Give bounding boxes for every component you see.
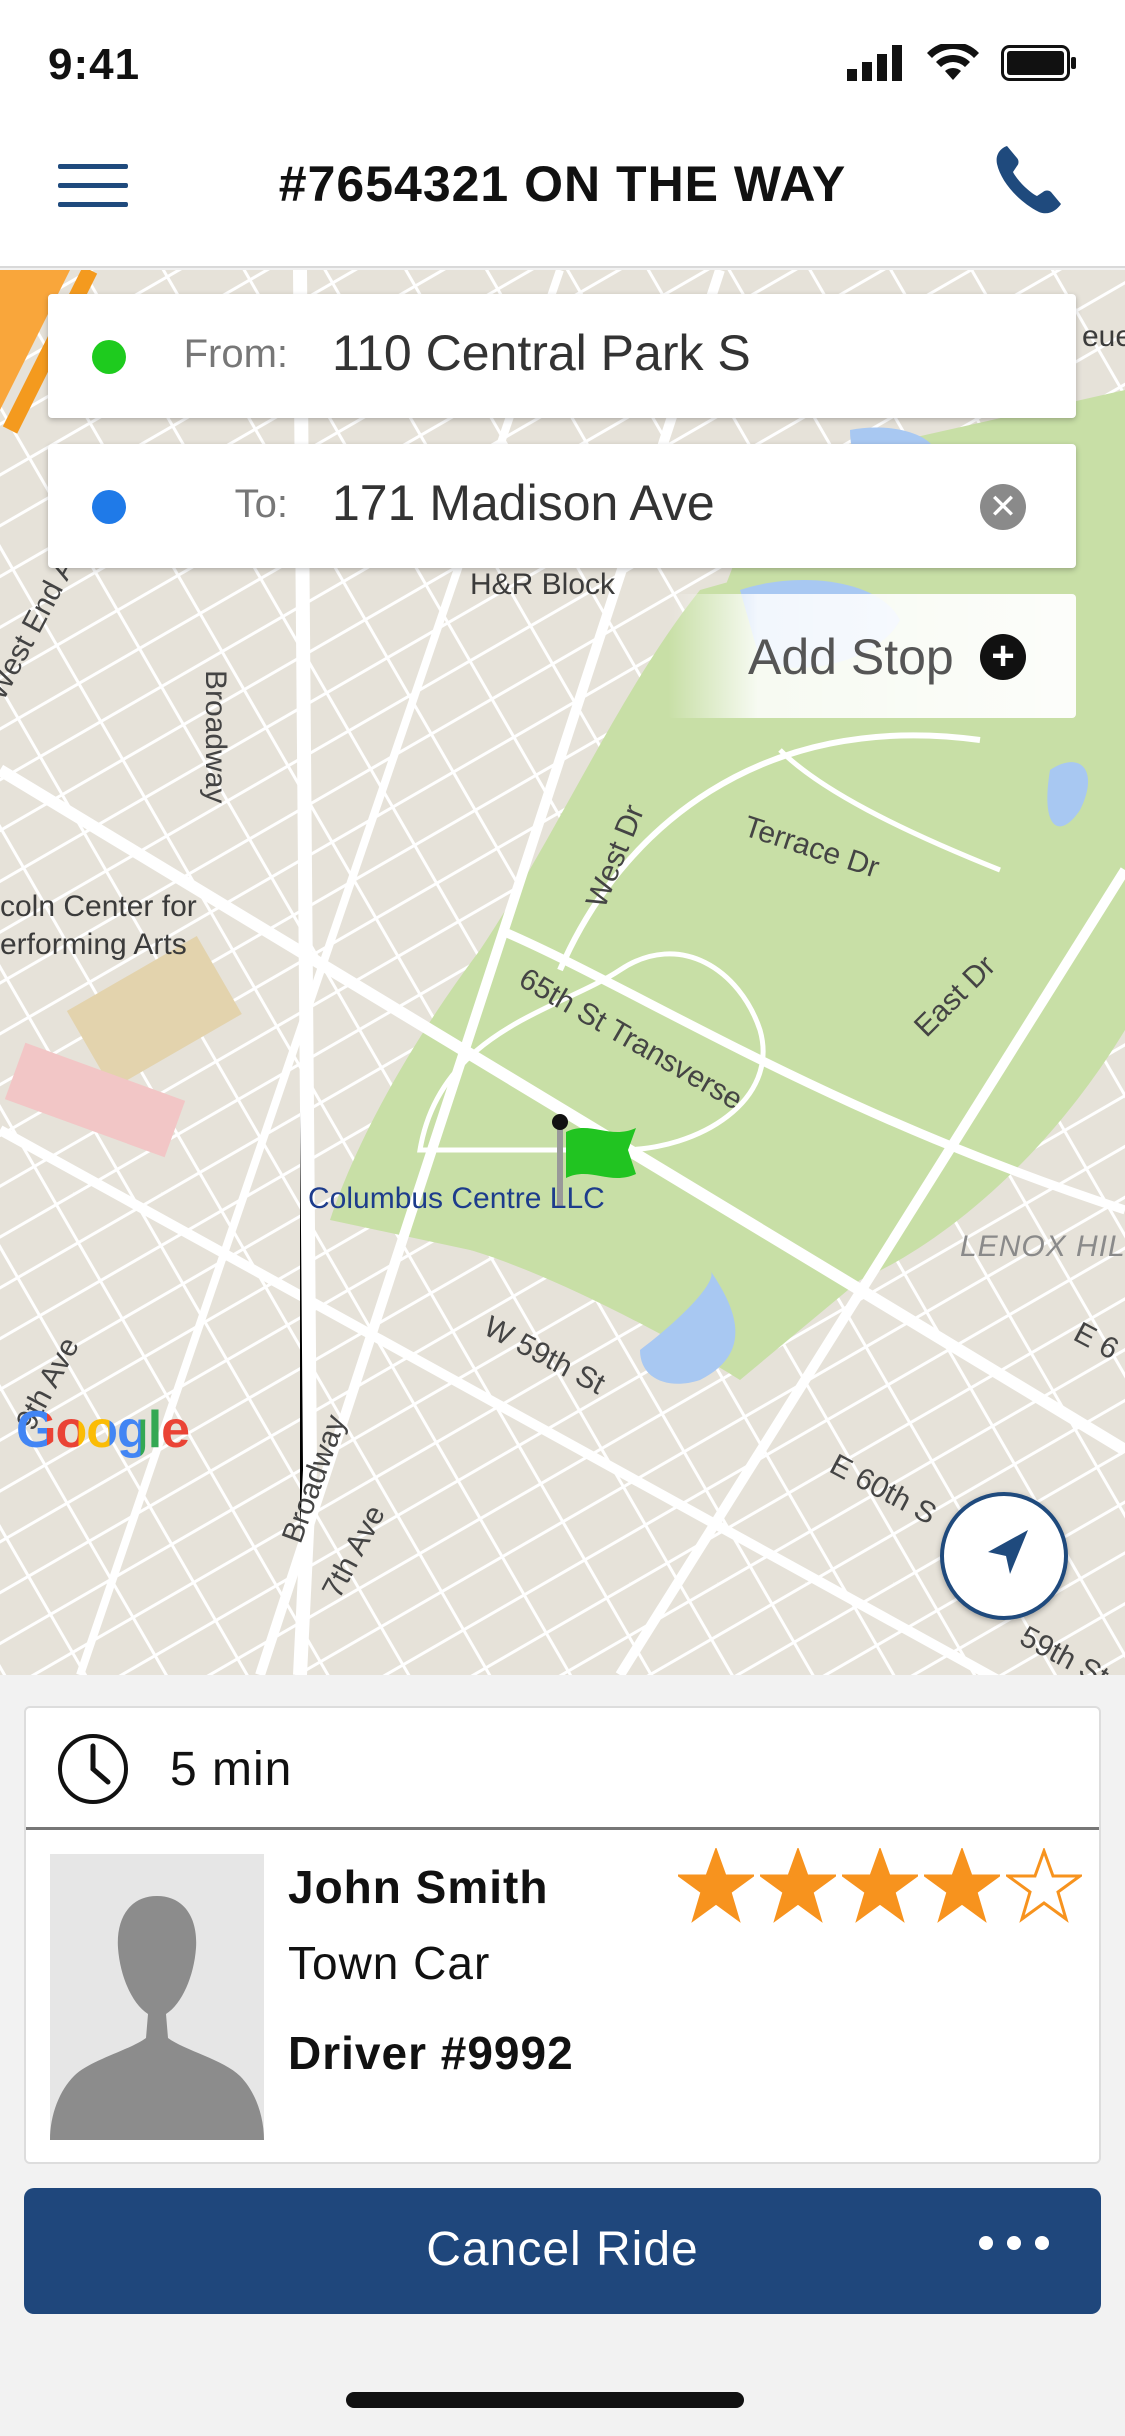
clear-destination-icon[interactable]: ✕ xyxy=(980,484,1026,530)
map-label-queue: eue xyxy=(1082,320,1125,353)
status-time: 9:41 xyxy=(48,40,141,89)
driver-card: 5 min John Smith Town Car Driver #9992 xyxy=(24,1706,1101,2164)
cancel-ride-label: Cancel Ride xyxy=(426,2223,699,2276)
add-stop-button[interactable]: Add Stop + xyxy=(668,594,1076,718)
clock-icon xyxy=(58,1734,128,1804)
star-empty-icon xyxy=(1006,1848,1082,1923)
map-label-lenox-hill: LENOX HILL xyxy=(960,1230,1125,1263)
person-silhouette-icon xyxy=(50,1896,264,2140)
map-label-columbus-centre: Columbus Centre LLC xyxy=(308,1182,605,1215)
battery-icon xyxy=(1001,45,1076,81)
map[interactable]: H&R Block Broadway West End Ave coln Cen… xyxy=(0,270,1125,1675)
from-label: From: xyxy=(183,332,288,376)
status-bar: 9:41 xyxy=(0,0,1125,132)
from-value: 110 Central Park S xyxy=(332,325,751,381)
star-filled-icon xyxy=(760,1848,836,1923)
driver-rating xyxy=(678,1848,1082,1924)
google-logo-text: Google xyxy=(16,1401,190,1459)
navigation-arrow-icon xyxy=(988,1530,1028,1574)
driver-id: Driver #9992 xyxy=(288,2027,574,2079)
page-title: #7654321 ON THE WAY xyxy=(278,156,847,212)
star-filled-icon xyxy=(678,1848,754,1923)
to-label: To: xyxy=(234,482,288,526)
star-filled-icon xyxy=(842,1848,918,1923)
cancel-ride-button[interactable]: Cancel Ride xyxy=(24,2188,1101,2314)
map-label-hr-block: H&R Block xyxy=(470,568,616,601)
home-indicator xyxy=(346,2392,744,2408)
phone-icon[interactable] xyxy=(989,140,1069,220)
to-field[interactable]: To: 171 Madison Ave ✕ xyxy=(48,444,1076,568)
google-logo: Google xyxy=(16,1400,190,1460)
to-value: 171 Madison Ave xyxy=(332,475,715,531)
driver-name: John Smith xyxy=(288,1861,549,1913)
add-stop-label: Add Stop xyxy=(748,629,954,685)
from-field[interactable]: From: 110 Central Park S xyxy=(48,294,1076,418)
map-label-broadway: Broadway xyxy=(199,670,232,804)
eta-text: 5 min xyxy=(170,1743,293,1796)
map-label-performing-arts: erforming Arts xyxy=(0,928,187,961)
more-options-icon[interactable] xyxy=(979,2236,1049,2250)
star-filled-icon xyxy=(924,1848,1000,1923)
eta-row: 5 min xyxy=(26,1708,1099,1830)
plus-icon: + xyxy=(980,634,1026,680)
status-icons xyxy=(847,44,1077,82)
nav-bar: #7654321 ON THE WAY xyxy=(0,132,1125,268)
vehicle-type: Town Car xyxy=(288,1937,491,1989)
signal-icon xyxy=(847,45,902,81)
wifi-icon xyxy=(927,44,979,80)
locate-me-button[interactable] xyxy=(940,1492,1068,1620)
map-label-lincoln-center: coln Center for xyxy=(0,890,197,923)
driver-avatar xyxy=(50,1854,264,2140)
